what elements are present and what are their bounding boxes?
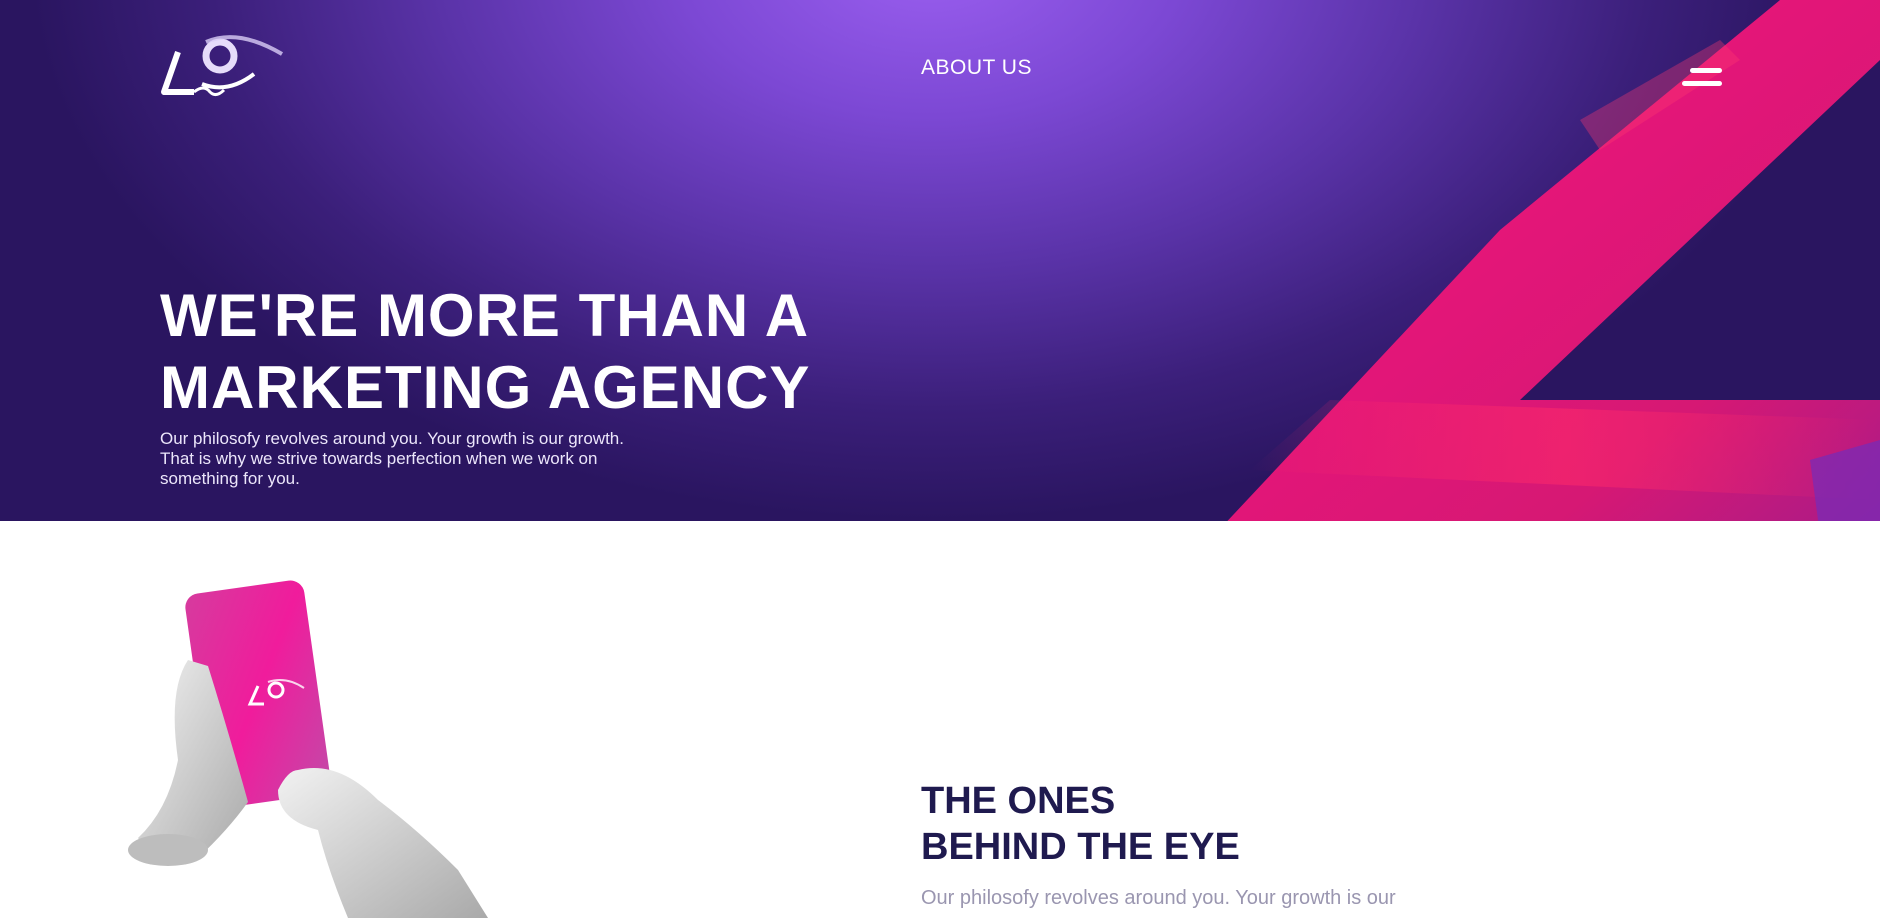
eye-logo-icon[interactable]	[158, 34, 284, 100]
hero-subtitle: Our philosofy revolves around you. Your …	[160, 429, 720, 489]
hero-title-line-1: WE'RE MORE THAN A	[160, 282, 810, 349]
hamburger-menu-icon[interactable]	[1680, 64, 1722, 92]
hero-subtitle-line-3: something for you.	[160, 469, 300, 488]
hero-title: WE'RE MORE THAN A MARKETING AGENCY	[160, 280, 880, 424]
hero-subtitle-line-1: Our philosofy revolves around you. Your …	[160, 429, 624, 448]
about-section-title: THE ONES BEHIND THE EYE	[921, 778, 1481, 870]
about-section-text: Our philosofy revolves around you. Your …	[921, 887, 1396, 909]
hero-title-line-2: MARKETING AGENCY	[160, 354, 811, 421]
hero-section: ABOUT US WE'RE MORE THAN A MARKETING AGE…	[0, 0, 1880, 521]
hero-subtitle-line-2: That is why we strive towards perfection…	[160, 449, 598, 468]
menu-line-bottom	[1682, 81, 1722, 86]
menu-line-top	[1690, 68, 1722, 73]
page: ABOUT US WE'RE MORE THAN A MARKETING AGE…	[0, 0, 1880, 918]
about-title-line-2: BEHIND THE EYE	[921, 826, 1240, 868]
phone-hand-illustration	[128, 580, 488, 918]
about-title-line-1: THE ONES	[921, 780, 1116, 822]
section-curve-divider	[1100, 536, 1880, 630]
nav-about-us-link[interactable]: ABOUT US	[921, 56, 1032, 80]
